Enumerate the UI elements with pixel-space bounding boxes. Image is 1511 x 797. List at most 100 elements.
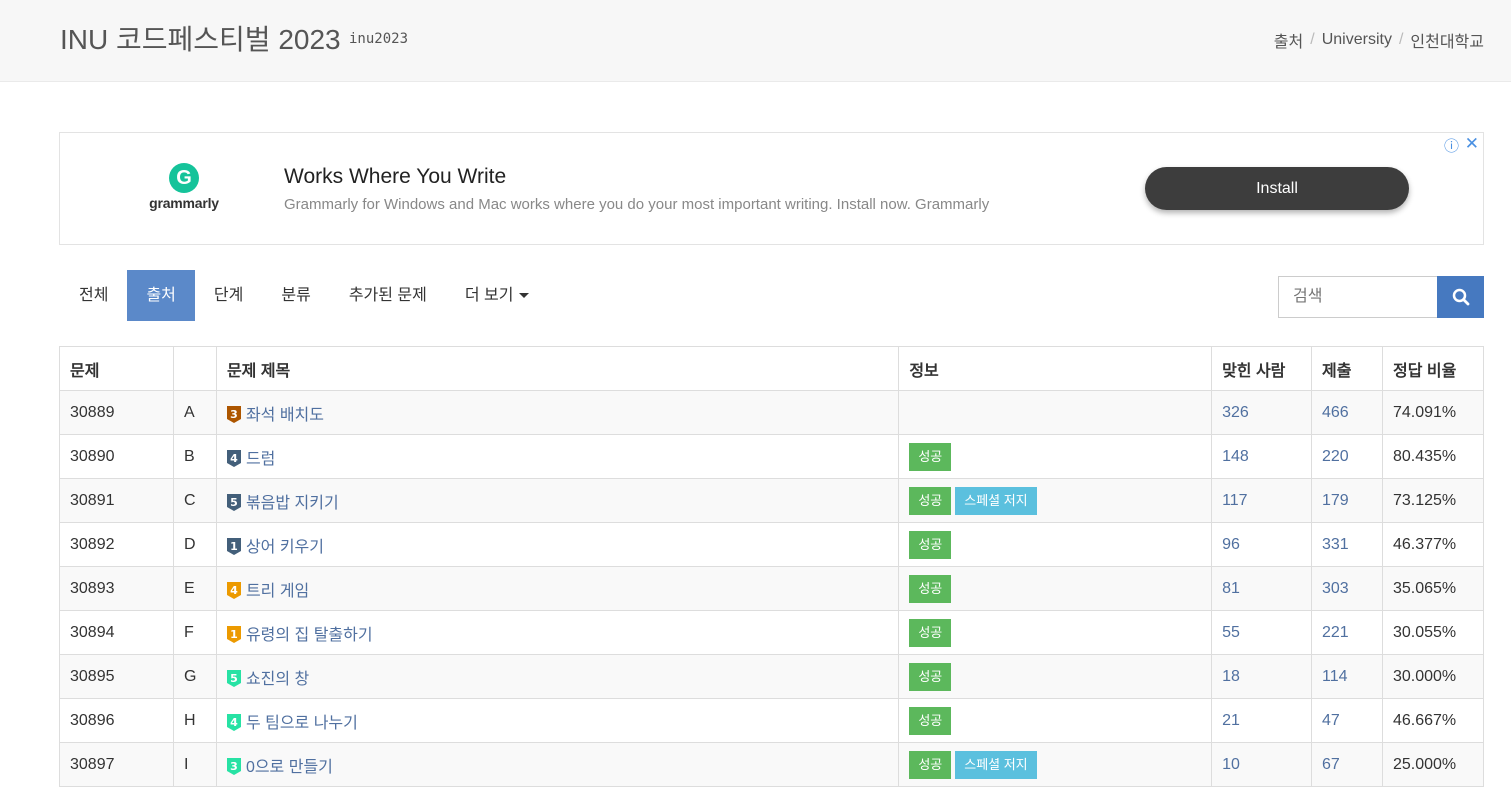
problem-title-link[interactable]: 트리 게임 bbox=[246, 583, 309, 600]
solved-count-link[interactable]: 21 bbox=[1222, 712, 1240, 729]
tier-level: 1 bbox=[230, 540, 238, 553]
submission-count-link[interactable]: 179 bbox=[1322, 492, 1349, 509]
table-row: 30897 I 3 0으로 만들기 성공 스페셜 저지 10 67 25.000% bbox=[59, 742, 1485, 787]
submission-count-link[interactable]: 220 bbox=[1322, 448, 1349, 465]
ad-description: Grammarly for Windows and Mac works wher… bbox=[284, 196, 990, 213]
solved-count-link[interactable]: 96 bbox=[1222, 536, 1240, 553]
col-problem-id[interactable]: 문제 bbox=[59, 346, 174, 391]
problem-info: 성공 bbox=[898, 610, 1213, 655]
correct-ratio: 73.125% bbox=[1381, 478, 1485, 523]
problem-table: 문제 문제 제목 정보 맞힌 사람 제출 정답 비율 30889 A 3 좌석 배치도… bbox=[59, 346, 1485, 787]
breadcrumb-separator: / bbox=[1310, 31, 1315, 48]
problem-title-link[interactable]: 유령의 집 탈출하기 bbox=[246, 627, 373, 644]
submission-count: 67 bbox=[1311, 742, 1383, 787]
tab-5[interactable]: 더 보기 bbox=[446, 270, 549, 321]
tier-badge-icon: 4 bbox=[226, 449, 241, 467]
tab-4[interactable]: 추가된 문제 bbox=[330, 270, 446, 321]
col-letter bbox=[172, 346, 217, 391]
problem-info: 성공 bbox=[898, 654, 1213, 699]
table-row: 30892 D 1 상어 키우기 성공 96 331 46.377% bbox=[59, 522, 1485, 567]
tab-2[interactable]: 단계 bbox=[195, 270, 262, 321]
table-row: 30894 F 1 유령의 집 탈출하기 성공 55 221 30.055% bbox=[59, 610, 1485, 655]
ad-install-button[interactable]: Install bbox=[1145, 167, 1409, 210]
close-icon[interactable]: ✕ bbox=[1465, 134, 1479, 154]
problem-title-cell: 5 볶음밥 지키기 bbox=[215, 478, 900, 523]
problem-info: 성공 스페셜 저지 bbox=[898, 478, 1213, 523]
ad-headline[interactable]: Works Where You Write bbox=[284, 165, 506, 189]
problem-letter: H bbox=[172, 698, 217, 743]
tab-3[interactable]: 분류 bbox=[262, 270, 329, 321]
page-title: INU 코드페스티벌 2023 bbox=[60, 24, 341, 55]
submission-count-link[interactable]: 303 bbox=[1322, 580, 1349, 597]
submission-count: 466 bbox=[1311, 390, 1383, 435]
submission-count-link[interactable]: 67 bbox=[1322, 756, 1340, 773]
solved-count-link[interactable]: 10 bbox=[1222, 756, 1240, 773]
problem-title-link[interactable]: 좌석 배치도 bbox=[246, 407, 324, 424]
solved-count-link[interactable]: 18 bbox=[1222, 668, 1240, 685]
table-header-row: 문제 문제 제목 정보 맞힌 사람 제출 정답 비율 bbox=[59, 346, 1485, 391]
col-submissions[interactable]: 제출 bbox=[1311, 346, 1383, 391]
problem-title-cell: 4 두 팀으로 나누기 bbox=[215, 698, 900, 743]
search-icon bbox=[1452, 288, 1469, 306]
success-badge: 성공 bbox=[909, 530, 952, 559]
problem-letter: D bbox=[172, 522, 217, 567]
search-input[interactable] bbox=[1278, 276, 1437, 318]
solved-count-link[interactable]: 117 bbox=[1222, 492, 1248, 509]
submission-count-link[interactable]: 466 bbox=[1322, 404, 1349, 421]
tab-0[interactable]: 전체 bbox=[60, 270, 127, 321]
breadcrumb-item-source[interactable]: 출처 bbox=[1274, 28, 1303, 52]
problem-title-link[interactable]: 쇼진의 창 bbox=[246, 671, 309, 688]
tier-badge-icon: 3 bbox=[226, 405, 241, 423]
info-icon[interactable]: ⓘ bbox=[1444, 135, 1459, 156]
tier-level: 1 bbox=[230, 628, 238, 641]
problem-info: 성공 bbox=[898, 434, 1213, 479]
tier-badge-icon: 1 bbox=[226, 537, 241, 555]
col-solved[interactable]: 맞힌 사람 bbox=[1211, 346, 1312, 391]
submission-count: 331 bbox=[1311, 522, 1383, 567]
breadcrumb-item-university[interactable]: University bbox=[1322, 31, 1392, 49]
tab-1[interactable]: 출처 bbox=[127, 270, 195, 321]
problem-letter: I bbox=[172, 742, 217, 787]
solved-count-link[interactable]: 81 bbox=[1222, 580, 1240, 597]
problem-info: 성공 스페셜 저지 bbox=[898, 742, 1213, 787]
submission-count-link[interactable]: 47 bbox=[1322, 712, 1340, 729]
correct-ratio: 30.055% bbox=[1381, 610, 1485, 655]
problem-title-link[interactable]: 상어 키우기 bbox=[246, 539, 324, 556]
problem-info: 성공 bbox=[898, 698, 1213, 743]
tier-badge-icon: 5 bbox=[226, 493, 241, 511]
problem-title-link[interactable]: 볶음밥 지키기 bbox=[246, 495, 339, 512]
problem-title-link[interactable]: 드럼 bbox=[246, 451, 275, 468]
solved-count-link[interactable]: 326 bbox=[1222, 404, 1249, 421]
solved-count: 96 bbox=[1211, 522, 1312, 567]
table-row: 30889 A 3 좌석 배치도 326 466 74.091% bbox=[59, 390, 1485, 435]
tab-bar: 전체 출처 단계 분류 추가된 문제 더 보기 bbox=[60, 270, 548, 321]
problem-id: 30890 bbox=[59, 434, 174, 479]
problem-title-link[interactable]: 0으로 만들기 bbox=[246, 759, 333, 776]
grammarly-logo: G grammarly bbox=[144, 163, 224, 211]
problem-letter: G bbox=[172, 654, 217, 699]
problem-id: 30889 bbox=[59, 390, 174, 435]
submission-count-link[interactable]: 331 bbox=[1322, 536, 1349, 553]
submission-count-link[interactable]: 114 bbox=[1322, 668, 1348, 685]
solved-count: 148 bbox=[1211, 434, 1312, 479]
correct-ratio: 35.065% bbox=[1381, 566, 1485, 611]
problem-id: 30896 bbox=[59, 698, 174, 743]
search-button[interactable] bbox=[1437, 276, 1484, 318]
tier-badge-icon: 4 bbox=[226, 713, 241, 731]
tier-level: 4 bbox=[230, 716, 238, 729]
problem-title-link[interactable]: 두 팀으로 나누기 bbox=[246, 715, 358, 732]
solved-count-link[interactable]: 55 bbox=[1222, 624, 1240, 641]
ad-banner[interactable]: G grammarly Works Where You Write Gramma… bbox=[59, 132, 1484, 245]
solved-count: 21 bbox=[1211, 698, 1312, 743]
solved-count: 10 bbox=[1211, 742, 1312, 787]
solved-count: 117 bbox=[1211, 478, 1312, 523]
breadcrumb-item-incheon[interactable]: 인천대학교 bbox=[1410, 28, 1484, 52]
problem-title-cell: 5 쇼진의 창 bbox=[215, 654, 900, 699]
col-title[interactable]: 문제 제목 bbox=[215, 346, 900, 391]
solved-count: 18 bbox=[1211, 654, 1312, 699]
solved-count-link[interactable]: 148 bbox=[1222, 448, 1249, 465]
solved-count: 55 bbox=[1211, 610, 1312, 655]
submission-count-link[interactable]: 221 bbox=[1322, 624, 1349, 641]
col-ratio[interactable]: 정답 비율 bbox=[1381, 346, 1485, 391]
table-row: 30893 E 4 트리 게임 성공 81 303 35.065% bbox=[59, 566, 1485, 611]
